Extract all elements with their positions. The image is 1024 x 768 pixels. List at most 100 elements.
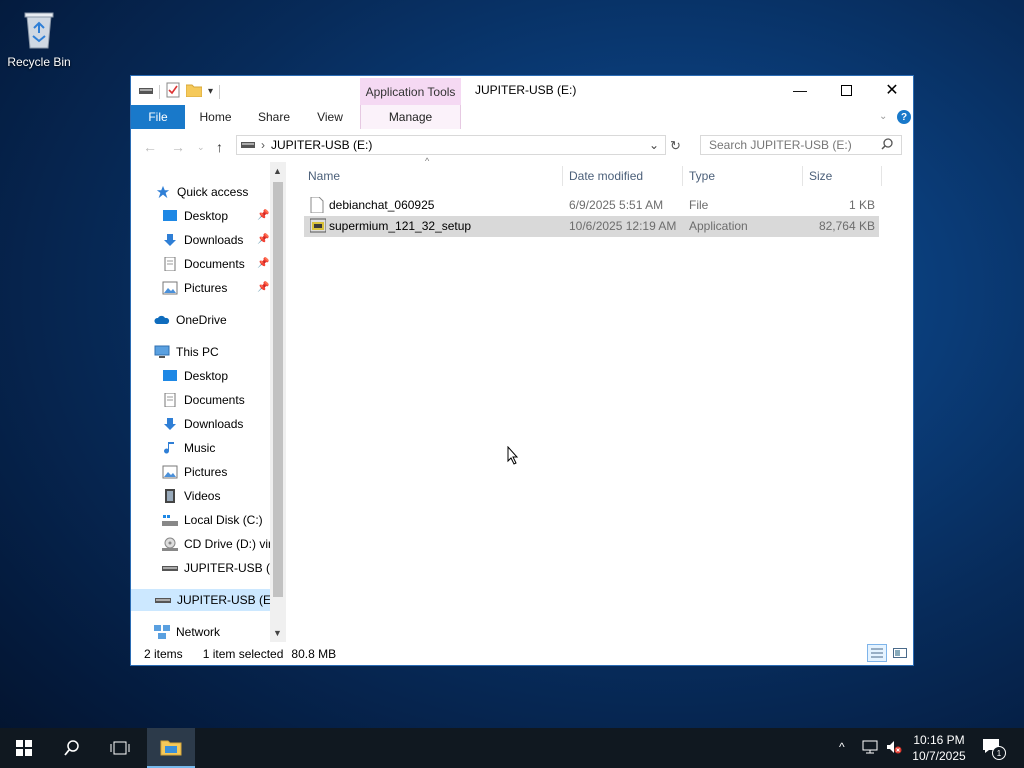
search-button[interactable] bbox=[48, 728, 96, 768]
recycle-bin-desktop-icon[interactable]: Recycle Bin bbox=[4, 6, 74, 69]
video-icon bbox=[165, 489, 175, 503]
address-bar[interactable]: › JUPITER-USB (E:) ⌄ bbox=[236, 135, 666, 155]
properties-icon[interactable] bbox=[166, 82, 180, 101]
column-divider[interactable] bbox=[562, 166, 563, 186]
start-button[interactable] bbox=[0, 728, 48, 768]
expand-ribbon-icon[interactable]: ⌄ bbox=[879, 111, 887, 122]
file-name: supermium_121_32_setup bbox=[329, 219, 472, 233]
file-date: 6/9/2025 5:51 AM bbox=[569, 198, 664, 212]
nav-pc-local-disk[interactable]: Local Disk (C:) bbox=[131, 509, 286, 531]
large-icons-view-button[interactable] bbox=[891, 645, 909, 661]
search-input[interactable]: Search JUPITER-USB (E:) bbox=[700, 135, 902, 155]
nav-pc-cd-drive[interactable]: CD Drive (D:) virt bbox=[131, 533, 286, 555]
nav-label: Desktop bbox=[184, 209, 229, 223]
nav-label: Pictures bbox=[184, 281, 228, 295]
column-divider[interactable] bbox=[802, 166, 803, 186]
ribbon-tabs: File Home Share View Manage ⌄ ? bbox=[131, 105, 913, 129]
action-center-button[interactable]: 1 bbox=[982, 738, 1006, 760]
drive-icon bbox=[241, 138, 255, 152]
network-status-icon[interactable] bbox=[862, 740, 878, 757]
application-tools-header: Application Tools bbox=[360, 78, 461, 105]
navigation-pane: Quick access Desktop 📌 Downloads 📌 Docum… bbox=[131, 162, 286, 642]
file-row[interactable]: debianchat_060925 6/9/2025 5:51 AM File … bbox=[304, 195, 879, 216]
file-explorer-taskbar-button[interactable] bbox=[147, 728, 195, 768]
file-size: 82,764 KB bbox=[818, 219, 875, 233]
file-row-selected[interactable]: supermium_121_32_setup 10/6/2025 12:19 A… bbox=[304, 216, 879, 237]
nav-pc-documents[interactable]: Documents bbox=[131, 389, 286, 411]
file-type: Application bbox=[689, 219, 748, 233]
star-icon bbox=[156, 185, 170, 199]
close-icon: ✕ bbox=[885, 82, 899, 99]
nav-label: Documents bbox=[184, 257, 245, 271]
column-divider[interactable] bbox=[682, 166, 683, 186]
pin-icon[interactable]: 📌 bbox=[257, 210, 269, 221]
nav-quick-access[interactable]: Quick access bbox=[131, 181, 286, 203]
nav-label: Pictures bbox=[184, 465, 228, 479]
close-button[interactable]: ✕ bbox=[869, 76, 915, 104]
clock-time: 10:16 PM bbox=[913, 733, 965, 747]
breadcrumb[interactable]: JUPITER-USB (E:) bbox=[271, 138, 372, 152]
tab-view[interactable]: View bbox=[309, 105, 351, 129]
nav-pc-pictures[interactable]: Pictures bbox=[131, 461, 286, 483]
nav-label: Documents bbox=[184, 393, 245, 407]
nav-pc-desktop[interactable]: Desktop bbox=[131, 365, 286, 387]
recycle-bin-label: Recycle Bin bbox=[7, 55, 71, 69]
pin-icon[interactable]: 📌 bbox=[257, 282, 269, 293]
new-folder-icon[interactable] bbox=[185, 83, 203, 100]
minimize-button[interactable]: — bbox=[777, 76, 823, 104]
column-type[interactable]: Type bbox=[689, 164, 715, 188]
nav-pc-downloads[interactable]: Downloads bbox=[131, 413, 286, 435]
scroll-down-icon[interactable]: ▼ bbox=[273, 628, 282, 638]
show-hidden-icons-button[interactable]: ^ bbox=[839, 740, 845, 754]
item-count: 2 items bbox=[144, 646, 183, 661]
help-icon[interactable]: ? bbox=[897, 110, 911, 124]
nav-onedrive[interactable]: OneDrive bbox=[131, 309, 286, 331]
nav-scrollbar[interactable]: ▲ ▼ bbox=[270, 162, 286, 642]
nav-network[interactable]: Network bbox=[131, 621, 286, 642]
address-dropdown-icon[interactable]: ⌄ bbox=[649, 138, 659, 152]
refresh-icon[interactable]: ↻ bbox=[670, 138, 681, 154]
back-button[interactable]: ← bbox=[143, 139, 157, 155]
recent-locations-button[interactable]: ⌄ bbox=[197, 142, 205, 153]
nav-label: Downloads bbox=[184, 233, 244, 247]
column-divider[interactable] bbox=[881, 166, 882, 186]
download-icon bbox=[164, 418, 176, 430]
nav-usb-drive-selected[interactable]: JUPITER-USB (E:) bbox=[131, 589, 270, 611]
breadcrumb-chevron-icon: › bbox=[261, 138, 265, 152]
nav-this-pc[interactable]: This PC bbox=[131, 341, 286, 363]
taskbar: ^ 10:16 PM 10/7/2025 1 bbox=[0, 728, 1024, 768]
task-view-button[interactable] bbox=[96, 728, 144, 768]
nav-pc-videos[interactable]: Videos bbox=[131, 485, 286, 507]
chevron-up-icon: ^ bbox=[839, 740, 845, 754]
up-button[interactable]: ↑ bbox=[216, 139, 223, 155]
status-bar: 2 items 1 item selected 80.8 MB bbox=[131, 642, 913, 665]
search-icon bbox=[64, 740, 79, 756]
chevron-down-icon: ⌄ bbox=[197, 142, 205, 152]
column-name[interactable]: Name bbox=[308, 164, 340, 188]
volume-muted-icon[interactable] bbox=[886, 740, 902, 757]
forward-button[interactable]: → bbox=[171, 139, 185, 155]
hard-drive-icon bbox=[162, 515, 178, 526]
search-icon[interactable] bbox=[881, 138, 893, 153]
file-name: debianchat_060925 bbox=[329, 198, 435, 212]
column-size[interactable]: Size bbox=[809, 164, 832, 188]
column-date-modified[interactable]: Date modified bbox=[569, 164, 643, 188]
scroll-up-icon[interactable]: ▲ bbox=[273, 166, 282, 176]
window-title: JUPITER-USB (E:) bbox=[475, 83, 577, 97]
network-icon bbox=[154, 625, 170, 639]
maximize-button[interactable] bbox=[823, 76, 869, 104]
pin-icon[interactable]: 📌 bbox=[257, 234, 269, 245]
system-clock[interactable]: 10:16 PM 10/7/2025 bbox=[905, 732, 973, 764]
details-view-button[interactable] bbox=[867, 644, 887, 662]
tab-file[interactable]: File bbox=[131, 105, 185, 129]
pin-icon[interactable]: 📌 bbox=[257, 258, 269, 269]
tab-home[interactable]: Home bbox=[193, 105, 238, 129]
nav-pc-usb-drive[interactable]: JUPITER-USB (E:) bbox=[131, 557, 286, 579]
nav-label: Desktop bbox=[184, 369, 229, 383]
scroll-thumb[interactable] bbox=[273, 182, 283, 597]
tab-manage[interactable]: Manage bbox=[360, 105, 461, 129]
nav-pc-music[interactable]: Music bbox=[131, 437, 286, 459]
tab-share[interactable]: Share bbox=[251, 105, 297, 129]
customize-quick-access-icon[interactable]: ▾ bbox=[208, 86, 213, 97]
folder-icon bbox=[160, 740, 182, 756]
